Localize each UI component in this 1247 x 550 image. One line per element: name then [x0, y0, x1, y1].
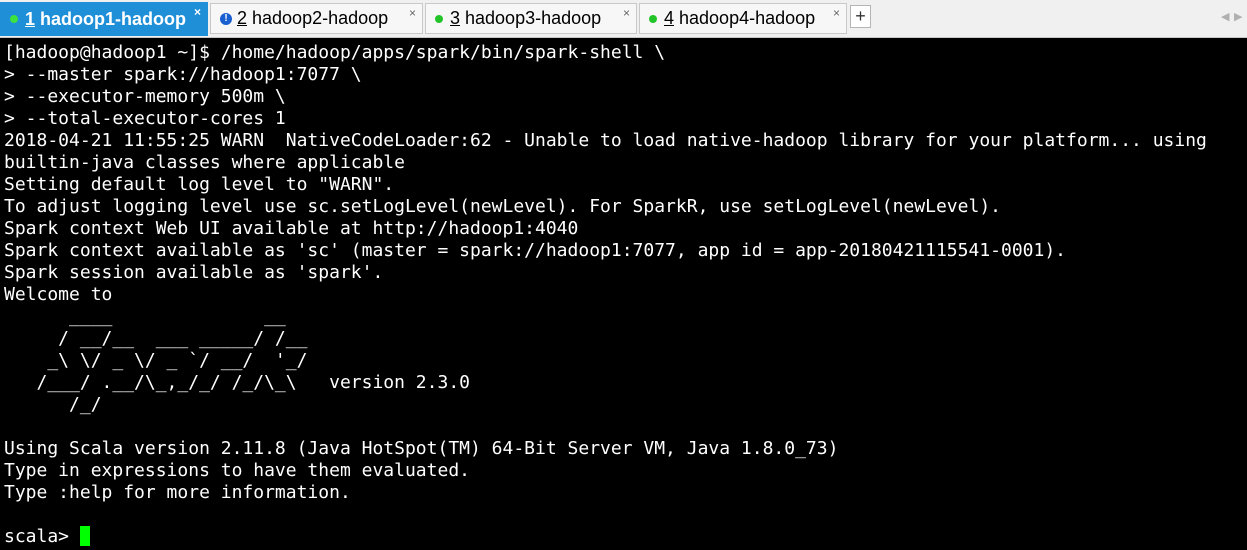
tab-title: hadoop2-hadoop — [252, 8, 389, 28]
terminal-line: > --executor-memory 500m \ — [4, 86, 286, 107]
scala-prompt: scala> — [4, 526, 80, 547]
ascii-logo-line: /_/ — [4, 394, 102, 415]
prompt-line[interactable]: scala> — [4, 526, 1247, 548]
ascii-logo-line: / __/__ ___ _____/ /__ — [4, 328, 308, 349]
alert-status-icon: ! — [220, 12, 232, 25]
close-tab-icon[interactable]: × — [194, 6, 201, 18]
connected-status-icon — [10, 15, 18, 23]
ascii-logo-line: /___/ .__/\_,_/_/ /_/\_\ version 2.3.0 — [4, 372, 471, 393]
tab-title: hadoop3-hadoop — [465, 8, 602, 28]
close-tab-icon[interactable]: × — [409, 7, 416, 19]
terminal-line: Spark context Web UI available at http:/… — [4, 218, 579, 239]
connected-status-icon — [435, 14, 443, 23]
tab-number: 1 — [25, 8, 36, 29]
terminal-line: Using Scala version 2.11.8 (Java HotSpot… — [4, 438, 839, 459]
terminal-line: builtin-java classes where applicable — [4, 152, 405, 173]
terminal-line: [hadoop@hadoop1 ~]$ /home/hadoop/apps/sp… — [4, 42, 666, 63]
close-tab-icon[interactable]: × — [623, 7, 630, 19]
scroll-tabs-right-icon[interactable]: ▶ — [1234, 10, 1242, 23]
tab-number: 4 — [664, 8, 675, 28]
terminal-line: Type :help for more information. — [4, 482, 351, 503]
scroll-tabs-left-icon[interactable]: ◀ — [1221, 10, 1229, 23]
terminal-output[interactable]: [hadoop@hadoop1 ~]$ /home/hadoop/apps/sp… — [4, 42, 1247, 550]
close-tab-icon[interactable]: × — [833, 7, 840, 19]
ascii-logo-line: _\ \/ _ \/ _ `/ __/ '_/ — [4, 350, 308, 371]
text-cursor — [79, 526, 90, 546]
tab-hadoop1[interactable]: 1 hadoop1-hadoop × — [0, 2, 208, 36]
tab-hadoop2[interactable]: ! 2 hadoop2-hadoop × — [210, 3, 423, 34]
terminal-line: > --total-executor-cores 1 — [4, 108, 286, 129]
new-tab-button[interactable]: + — [850, 5, 871, 28]
tab-number: 3 — [450, 8, 461, 28]
terminal-line: Welcome to — [4, 284, 113, 305]
tab-title: hadoop1-hadoop — [40, 8, 186, 29]
terminal-line: > --master spark://hadoop1:7077 \ — [4, 64, 362, 85]
tab-title: hadoop4-hadoop — [679, 8, 816, 28]
connected-status-icon — [649, 14, 657, 23]
tab-hadoop4[interactable]: 4 hadoop4-hadoop × — [639, 3, 847, 34]
terminal-line: Spark session available as 'spark'. — [4, 262, 384, 283]
terminal-line: Setting default log level to "WARN". — [4, 174, 395, 195]
terminal-line: 2018-04-21 11:55:25 WARN NativeCodeLoade… — [4, 130, 1207, 151]
ascii-logo-line: ____ __ — [4, 306, 286, 327]
terminal-line: Spark context available as 'sc' (master … — [4, 240, 1067, 261]
tab-number: 2 — [237, 8, 248, 28]
tab-hadoop3[interactable]: 3 hadoop3-hadoop × — [425, 3, 637, 34]
session-tab-bar: 1 hadoop1-hadoop × ! 2 hadoop2-hadoop × … — [0, 0, 1247, 38]
terminal-line: To adjust logging level use sc.setLogLev… — [4, 196, 1001, 217]
terminal-line: Type in expressions to have them evaluat… — [4, 460, 470, 481]
